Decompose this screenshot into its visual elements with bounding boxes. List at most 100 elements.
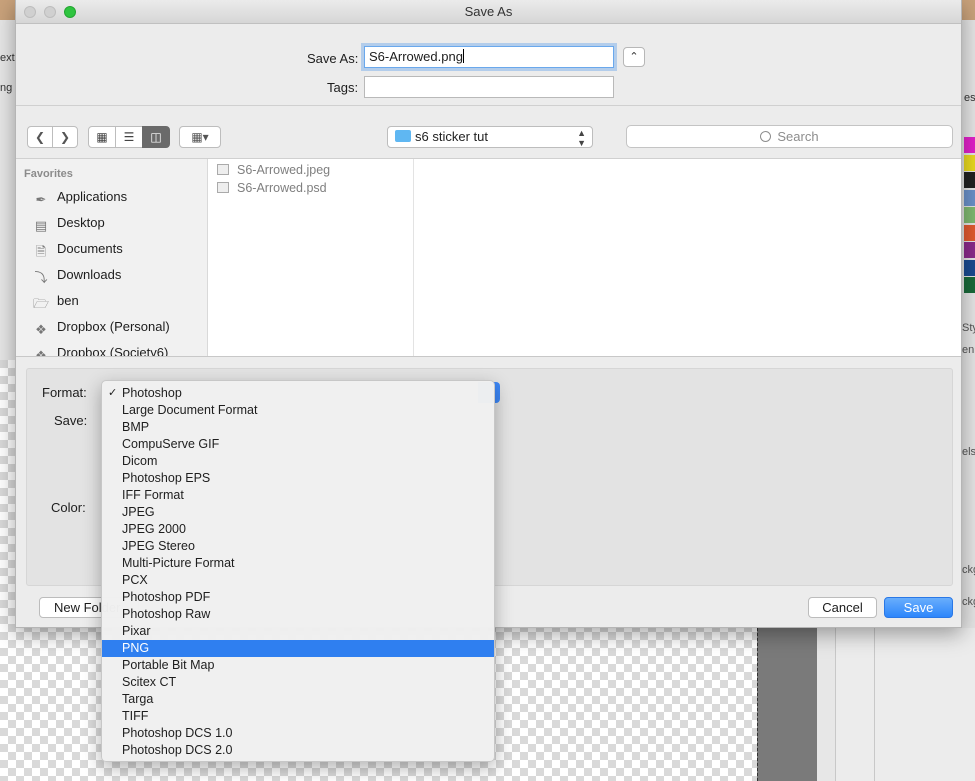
- save-button[interactable]: Save: [884, 597, 953, 618]
- back-button[interactable]: ❮: [27, 126, 53, 148]
- grid-icon: ▦: [96, 130, 108, 144]
- format-menu-item-label: BMP: [122, 420, 150, 434]
- sidebar-item-desktop[interactable]: ▤ Desktop: [32, 211, 105, 235]
- filename-field[interactable]: S6-Arrowed.png: [364, 46, 614, 68]
- dialog-title: Save As: [464, 4, 513, 19]
- format-menu-item[interactable]: Photoshop Raw: [102, 606, 494, 623]
- format-menu-item-label: Photoshop Raw: [122, 607, 211, 621]
- file-browser: Favorites ✒ Applications ▤ Desktop 🗎 Docume…: [16, 158, 961, 357]
- sidebar-item-label: Downloads: [57, 267, 122, 282]
- format-menu-item[interactable]: IFF Format: [102, 487, 494, 504]
- format-menu-item-label: Photoshop DCS 1.0: [122, 726, 233, 740]
- left-panel-edge: [0, 20, 16, 360]
- bg-panel-text: ckg: [962, 596, 975, 608]
- sidebar-item-applications[interactable]: ✒ Applications: [32, 185, 128, 209]
- color-swatch: [964, 137, 975, 153]
- format-menu-item[interactable]: Multi-Picture Format: [102, 555, 494, 572]
- layers-panel: [835, 628, 975, 781]
- format-menu-item[interactable]: BMP: [102, 419, 494, 436]
- color-swatch: [964, 224, 975, 241]
- list-view-button[interactable]: ☰: [115, 126, 143, 148]
- expand-dialog-button[interactable]: ⌃: [623, 47, 645, 67]
- location-popup[interactable]: s6 sticker tut ▲ ▼: [387, 126, 593, 148]
- sidebar-item-ben[interactable]: 🗁 ben: [32, 289, 79, 313]
- checkmark-icon: ✓: [108, 387, 118, 399]
- group-view-button[interactable]: ▦▾: [179, 126, 221, 148]
- format-menu-item[interactable]: Dicom: [102, 453, 494, 470]
- format-menu-item-label: PCX: [122, 573, 148, 587]
- format-menu-item-label: Pixar: [122, 624, 151, 638]
- format-menu-item[interactable]: Photoshop DCS 1.0: [102, 725, 494, 742]
- tags-field[interactable]: [364, 76, 614, 98]
- column-view-button[interactable]: ◫: [142, 126, 170, 148]
- zoom-window-button[interactable]: [64, 6, 76, 18]
- canvas-scrollbar: [817, 628, 835, 781]
- bg-panel-text: Sty: [962, 322, 975, 334]
- sidebar-item-label: Applications: [57, 189, 128, 204]
- updown-arrows-icon: ▲ ▼: [577, 128, 586, 148]
- save-options-label: Save:: [54, 413, 88, 428]
- color-swatch: [964, 154, 975, 171]
- dropbox-icon: ❖: [35, 348, 47, 357]
- format-menu-item[interactable]: PNG: [102, 640, 494, 657]
- format-label: Format:: [42, 385, 87, 400]
- format-menu-item[interactable]: JPEG: [102, 504, 494, 521]
- format-menu-item-label: Dicom: [122, 454, 158, 468]
- color-swatch: [964, 277, 975, 293]
- file-item[interactable]: S6-Arrowed.psd: [217, 179, 327, 197]
- bg-panel-text: ckg: [962, 564, 975, 576]
- format-menu-item-label: Portable Bit Map: [122, 658, 215, 672]
- format-menu-item-label: Photoshop EPS: [122, 471, 211, 485]
- color-swatch: [964, 189, 975, 206]
- close-window-button[interactable]: [24, 6, 36, 18]
- sidebar-item-dropbox-personal[interactable]: ❖ Dropbox (Personal): [32, 315, 170, 339]
- gallery-icon: ▦▾: [191, 130, 209, 144]
- format-menu-item[interactable]: PCX: [102, 572, 494, 589]
- chevron-right-icon: ❯: [59, 130, 71, 144]
- icon-view-button[interactable]: ▦: [88, 126, 116, 148]
- chevron-left-icon: ❮: [34, 130, 46, 144]
- forward-button[interactable]: ❯: [52, 126, 78, 148]
- format-menu-item[interactable]: Targa: [102, 691, 494, 708]
- dropbox-icon: ❖: [35, 322, 47, 337]
- format-menu-item-label: Photoshop: [122, 386, 182, 400]
- format-menu: ✓ Photoshop Large Document Format BMP CompuS…: [101, 380, 495, 762]
- list-icon: ☰: [123, 130, 135, 144]
- color-swatch: [964, 259, 975, 276]
- sidebar-item-dropbox-society6[interactable]: ❖ Dropbox (Society6): [32, 341, 168, 357]
- location-name: s6 sticker tut: [415, 129, 488, 144]
- search-field[interactable]: Search: [626, 125, 953, 148]
- applications-icon: ✒: [35, 192, 47, 207]
- format-menu-item-label: Large Document Format: [122, 403, 258, 417]
- format-menu-item-label: JPEG Stereo: [122, 539, 195, 553]
- color-swatch: [964, 207, 975, 223]
- color-label: Color:: [51, 500, 86, 515]
- format-menu-item[interactable]: Photoshop PDF: [102, 589, 494, 606]
- folder-icon: 🗁: [32, 296, 50, 311]
- format-menu-item[interactable]: Photoshop DCS 2.0: [102, 742, 494, 759]
- format-menu-item[interactable]: TIFF: [102, 708, 494, 725]
- chevron-up-icon: ⌃: [629, 51, 639, 63]
- format-menu-item-label: Multi-Picture Format: [122, 556, 235, 570]
- format-menu-item[interactable]: Scitex CT: [102, 674, 494, 691]
- format-menu-item[interactable]: Photoshop EPS: [102, 470, 494, 487]
- color-swatch: [964, 242, 975, 258]
- minimize-window-button[interactable]: [44, 6, 56, 18]
- cancel-button[interactable]: Cancel: [808, 597, 877, 618]
- sidebar-item-documents[interactable]: 🗎 Documents: [32, 237, 123, 261]
- format-menu-item[interactable]: CompuServe GIF: [102, 436, 494, 453]
- format-menu-item[interactable]: Portable Bit Map: [102, 657, 494, 674]
- format-menu-item[interactable]: Pixar: [102, 623, 494, 640]
- format-menu-item-label: Scitex CT: [122, 675, 177, 689]
- format-menu-item[interactable]: Large Document Format: [102, 402, 494, 419]
- format-menu-item[interactable]: ✓ Photoshop: [102, 385, 494, 402]
- file-item[interactable]: S6-Arrowed.jpeg: [217, 161, 330, 179]
- format-menu-item[interactable]: JPEG Stereo: [102, 538, 494, 555]
- sidebar-item-label: ben: [57, 293, 79, 308]
- sidebar-item-downloads[interactable]: ⤵ Downloads: [32, 263, 121, 287]
- bg-panel-text: els: [962, 446, 975, 458]
- format-menu-item[interactable]: JPEG 2000: [102, 521, 494, 538]
- documents-icon: 🗎: [35, 244, 47, 259]
- format-menu-item-label: Photoshop DCS 2.0: [122, 743, 233, 757]
- sidebar-header: Favorites: [24, 168, 73, 180]
